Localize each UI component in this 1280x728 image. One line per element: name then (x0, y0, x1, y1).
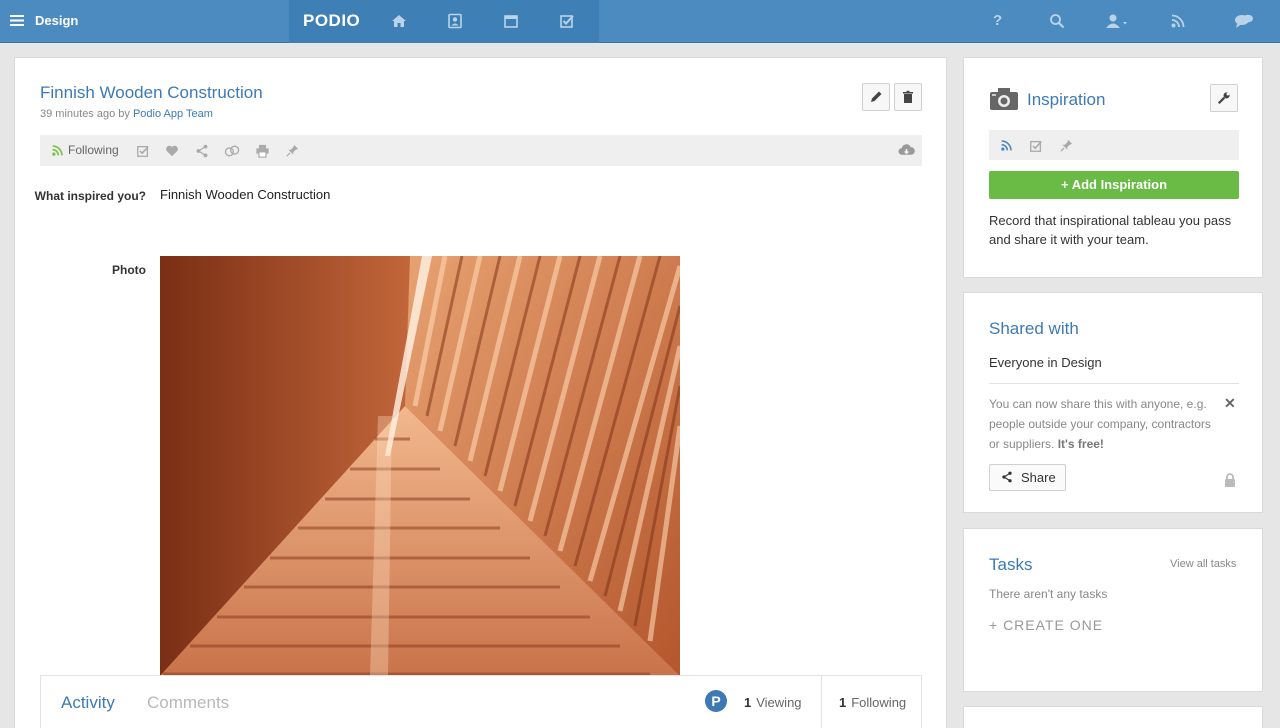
app-follow-icon[interactable] (1000, 139, 1013, 152)
viewer-avatar[interactable]: P (705, 690, 727, 712)
item-timestamp: 39 minutes ago by (40, 108, 130, 120)
tab-comments[interactable]: Comments (147, 693, 229, 713)
tasks-title: Tasks (989, 555, 1033, 574)
following-count-number: 1 (839, 695, 847, 710)
inspiration-photo[interactable] (160, 256, 680, 676)
follow-toggle[interactable]: Following (51, 143, 119, 157)
add-inspiration-button[interactable]: + Add Inspiration (989, 171, 1239, 199)
app-pin-icon[interactable] (1060, 139, 1073, 152)
help-icon[interactable]: ? (993, 12, 1002, 29)
following-count[interactable]: 1 Following (839, 695, 906, 710)
print-icon[interactable] (255, 144, 270, 158)
following-label: Following (851, 695, 907, 710)
item-title: Finnish Wooden Construction (40, 83, 263, 102)
shared-with-title: Shared with (989, 319, 1079, 338)
shared-with-everyone: Everyone in Design (989, 355, 1102, 370)
calendar-icon[interactable] (503, 13, 519, 29)
create-task-link[interactable]: + CREATE ONE (989, 617, 1103, 633)
add-task-icon[interactable] (136, 144, 150, 158)
share-notice-free: It's free! (1057, 437, 1104, 451)
app-action-bar (989, 130, 1239, 160)
delete-button[interactable] (894, 83, 922, 111)
item-card: Finnish Wooden Construction 39 minutes a… (14, 57, 947, 728)
tasks-card: Tasks View all tasks There aren't any ta… (963, 528, 1263, 692)
view-all-tasks-link[interactable]: View all tasks (1170, 558, 1236, 570)
share-notice: You can now share this with anyone, e.g.… (989, 394, 1219, 454)
contacts-icon[interactable] (447, 13, 463, 29)
activity-stream-icon[interactable] (1170, 13, 1186, 29)
viewing-count[interactable]: 1 Viewing (744, 695, 802, 710)
search-icon[interactable] (1049, 13, 1065, 29)
user-menu-icon[interactable] (1105, 13, 1129, 29)
app-settings-button[interactable] (1210, 84, 1238, 112)
workspace-name[interactable]: Design (35, 13, 78, 28)
trash-icon (903, 90, 913, 103)
share-button[interactable]: Share (989, 464, 1066, 491)
shared-with-card: Shared with Everyone in Design You can n… (963, 292, 1263, 513)
link-icon[interactable] (224, 144, 240, 158)
follow-rss-icon (52, 145, 63, 157)
pin-icon[interactable] (286, 144, 299, 157)
lock-icon (1224, 473, 1236, 487)
field-value-inspiration: Finnish Wooden Construction (160, 187, 331, 202)
item-action-bar: Following (40, 135, 922, 166)
share-icon[interactable] (195, 144, 209, 158)
divider (989, 383, 1239, 384)
hamburger-menu-icon[interactable] (10, 14, 24, 27)
app-task-icon[interactable] (1029, 139, 1043, 153)
divider (821, 676, 822, 728)
share-button-label: Share (1021, 470, 1056, 485)
app-card: Inspiration + Add Inspiration Record tha… (963, 57, 1263, 278)
item-author-link[interactable]: Podio App Team (133, 108, 213, 120)
viewing-label: Viewing (756, 695, 802, 710)
item-meta: 39 minutes ago by Podio App Team (40, 108, 213, 120)
share-icon (1002, 471, 1012, 483)
cloud-download-icon[interactable] (898, 143, 915, 157)
like-heart-icon[interactable] (165, 144, 179, 158)
home-icon[interactable] (391, 13, 407, 29)
tasks-empty-text: There aren't any tasks (989, 587, 1108, 601)
top-navigation-bar: Design PODIO ? (0, 0, 1280, 43)
edit-button[interactable] (862, 83, 890, 111)
pencil-icon (871, 91, 882, 102)
tasks-icon[interactable] (559, 13, 575, 29)
next-card (963, 706, 1263, 728)
wrench-icon (1217, 92, 1230, 105)
app-title[interactable]: Inspiration (1027, 90, 1105, 110)
camera-icon (989, 87, 1019, 111)
podio-logo[interactable]: PODIO (303, 11, 360, 31)
app-description: Record that inspirational tableau you pa… (989, 213, 1232, 247)
viewing-count-number: 1 (744, 695, 752, 710)
tab-activity[interactable]: Activity (61, 693, 115, 713)
chat-icon[interactable] (1234, 13, 1254, 29)
brand-zone: PODIO (289, 0, 599, 43)
activity-bar: Activity Comments P 1 Viewing 1 Following (40, 675, 922, 728)
field-label-photo: Photo (112, 263, 146, 277)
close-icon[interactable]: ✕ (1224, 395, 1236, 412)
follow-label: Following (68, 143, 119, 157)
field-label-inspiration: What inspired you? (34, 189, 146, 203)
